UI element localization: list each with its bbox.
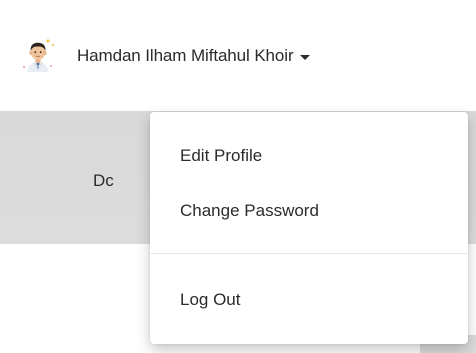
menu-item-log-out[interactable]: Log Out [180,290,241,310]
user-dropdown-menu: Edit Profile Change Password Log Out [150,112,468,344]
caret-down-icon [299,54,310,60]
page: Dc Hamdan Ilham Miftahul Khoir Edit Prof… [0,0,476,353]
menu-item-edit-profile[interactable]: Edit Profile [180,146,262,166]
user-avatar-icon [18,36,58,76]
menu-divider [150,253,468,254]
user-menu-toggle[interactable]: Hamdan Ilham Miftahul Khoir [18,34,310,78]
background-panel-text: Dc [93,171,114,190]
menu-item-change-password[interactable]: Change Password [180,201,319,221]
user-name: Hamdan Ilham Miftahul Khoir [77,46,294,65]
